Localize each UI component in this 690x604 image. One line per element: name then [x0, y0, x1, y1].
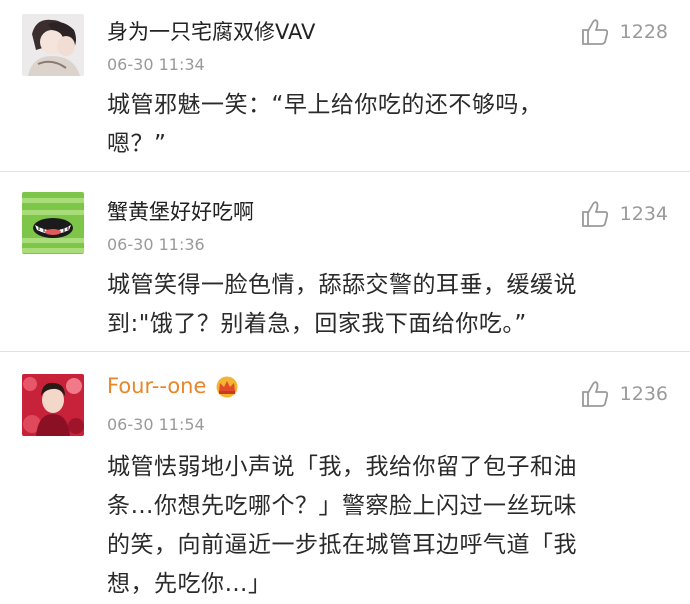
comment-text-line: 城管怯弱地小声说「我，我给你留了包子和油: [107, 454, 577, 480]
like-count: 1228: [619, 21, 668, 43]
comment-text: 城管怯弱地小声说「我，我给你留了包子和油 条…你想先吃哪个？」警察脸上闪过一丝玩…: [107, 448, 668, 604]
timestamp: 06-30 11:54: [107, 415, 205, 434]
thumbs-up-icon: [581, 201, 608, 227]
comment-text-line: 嗯？”: [107, 131, 167, 157]
username-text: Four--one: [107, 374, 207, 398]
comment-text-line: 城管笑得一脸色情，舔舔交警的耳垂，缓缓说: [107, 272, 577, 298]
thumbs-up-icon: [581, 381, 608, 407]
like-button[interactable]: 1228: [580, 18, 668, 46]
like-count: 1236: [619, 383, 668, 405]
like-button[interactable]: 1234: [580, 200, 668, 228]
username[interactable]: 身为一只宅腐双修VAV: [107, 16, 315, 46]
comment-text-line: 想，先吃你…」: [107, 571, 272, 597]
crown-icon: [216, 376, 238, 398]
green-smiley-avatar-icon: [22, 192, 84, 254]
comment-item: Four--one 06-30 11:54 1236 城管怯弱地小声说「我，我给…: [0, 352, 690, 604]
comment-text: 城管笑得一脸色情，舔舔交警的耳垂，缓缓说 到:"饿了？别着急，回家我下面给你吃。…: [107, 266, 668, 344]
timestamp: 06-30 11:36: [107, 235, 205, 254]
comment-text-line: 的笑，向前逼近一步抵在城管耳边呼气道「我: [107, 532, 577, 558]
red-flowers-avatar-icon: [22, 374, 84, 436]
timestamp: 06-30 11:34: [107, 55, 205, 74]
avatar[interactable]: [22, 14, 84, 76]
comment-item: 身为一只宅腐双修VAV 06-30 11:34 1228 城管邪魅一笑：“早上给…: [0, 0, 690, 172]
thumbs-up-icon: [581, 19, 608, 45]
username[interactable]: 蟹黄堡好好吃啊: [107, 196, 254, 226]
like-button[interactable]: 1236: [580, 380, 668, 408]
comment-item: 蟹黄堡好好吃啊 06-30 11:36 1234 城管笑得一脸色情，舔舔交警的耳…: [0, 172, 690, 352]
like-count: 1234: [619, 203, 668, 225]
avatar[interactable]: [22, 374, 84, 436]
anime-couple-avatar-icon: [22, 14, 84, 76]
comment-text-line: 到:"饿了？别着急，回家我下面给你吃。”: [107, 311, 527, 337]
avatar[interactable]: [22, 192, 84, 254]
comment-text-line: 城管邪魅一笑：“早上给你吃的还不够吗，: [107, 92, 543, 118]
comment-text-line: 条…你想先吃哪个？」警察脸上闪过一丝玩味: [107, 493, 577, 519]
comment-text: 城管邪魅一笑：“早上给你吃的还不够吗， 嗯？”: [107, 86, 668, 164]
username[interactable]: Four--one: [107, 374, 240, 398]
